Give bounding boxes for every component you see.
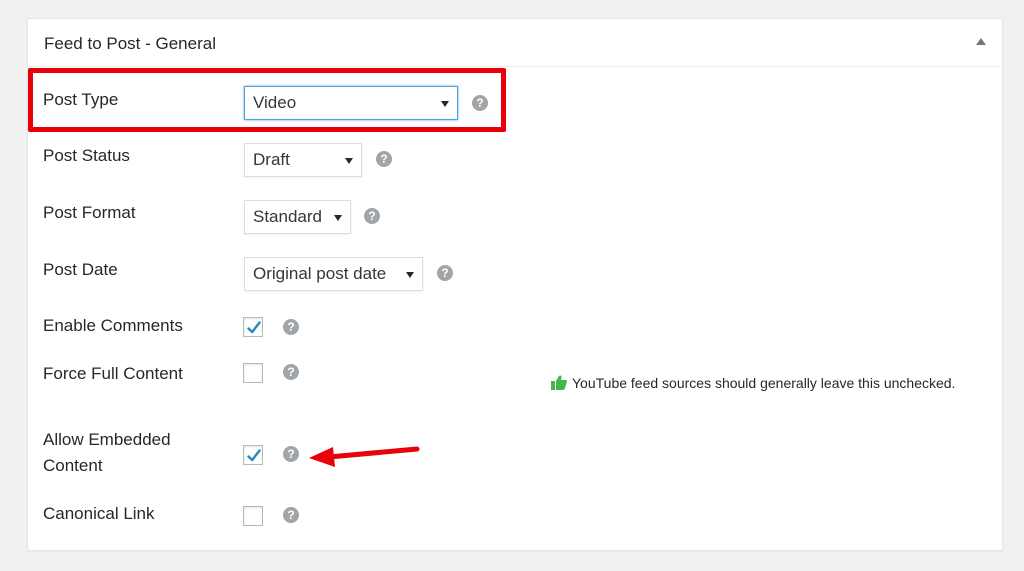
allow-embedded-content-label-line1: Allow Embedded [43,430,171,449]
allow-embedded-content-help-icon[interactable]: ? [283,446,299,462]
panel-header: Feed to Post - General [28,19,1002,67]
allow-embedded-content-label-line2: Content [43,456,103,475]
enable-comments-checkbox[interactable] [243,317,263,337]
post-format-help-icon[interactable]: ? [364,208,380,224]
allow-embedded-content-checkbox[interactable] [243,445,263,465]
post-date-help-icon[interactable]: ? [437,265,453,281]
checkmark-icon [247,449,261,462]
force-full-content-checkbox[interactable] [243,363,263,383]
post-date-label: Post Date [43,260,118,279]
thumbs-up-icon [551,375,568,393]
chevron-down-icon [345,158,353,164]
canonical-link-help-icon[interactable]: ? [283,507,299,523]
post-status-help-icon[interactable]: ? [376,151,392,167]
post-format-select[interactable]: Standard [244,200,351,234]
post-status-label: Post Status [43,146,130,165]
post-date-select[interactable]: Original post date [244,257,423,291]
red-arrow-annotation [309,446,420,467]
post-status-select-value: Draft [253,150,290,169]
post-date-select-value: Original post date [253,264,387,283]
chevron-down-icon [406,272,414,278]
canonical-link-checkbox[interactable] [243,506,263,526]
enable-comments-label: Enable Comments [43,316,183,335]
post-format-label: Post Format [43,203,136,222]
post-format-select-value: Standard [253,207,322,226]
youtube-notice: YouTube feed sources should generally le… [551,375,955,393]
highlight-annotation-box [28,68,506,132]
youtube-notice-text: YouTube feed sources should generally le… [572,375,956,391]
post-status-select[interactable]: Draft [244,143,362,177]
force-full-content-help-icon[interactable]: ? [283,364,299,380]
collapse-toggle-icon[interactable] [976,38,986,45]
checkmark-icon [247,321,261,334]
chevron-down-icon [334,215,342,221]
force-full-content-label: Force Full Content [43,364,183,383]
panel-title: Feed to Post - General [44,34,216,53]
enable-comments-help-icon[interactable]: ? [283,319,299,335]
canonical-link-label: Canonical Link [43,504,155,523]
